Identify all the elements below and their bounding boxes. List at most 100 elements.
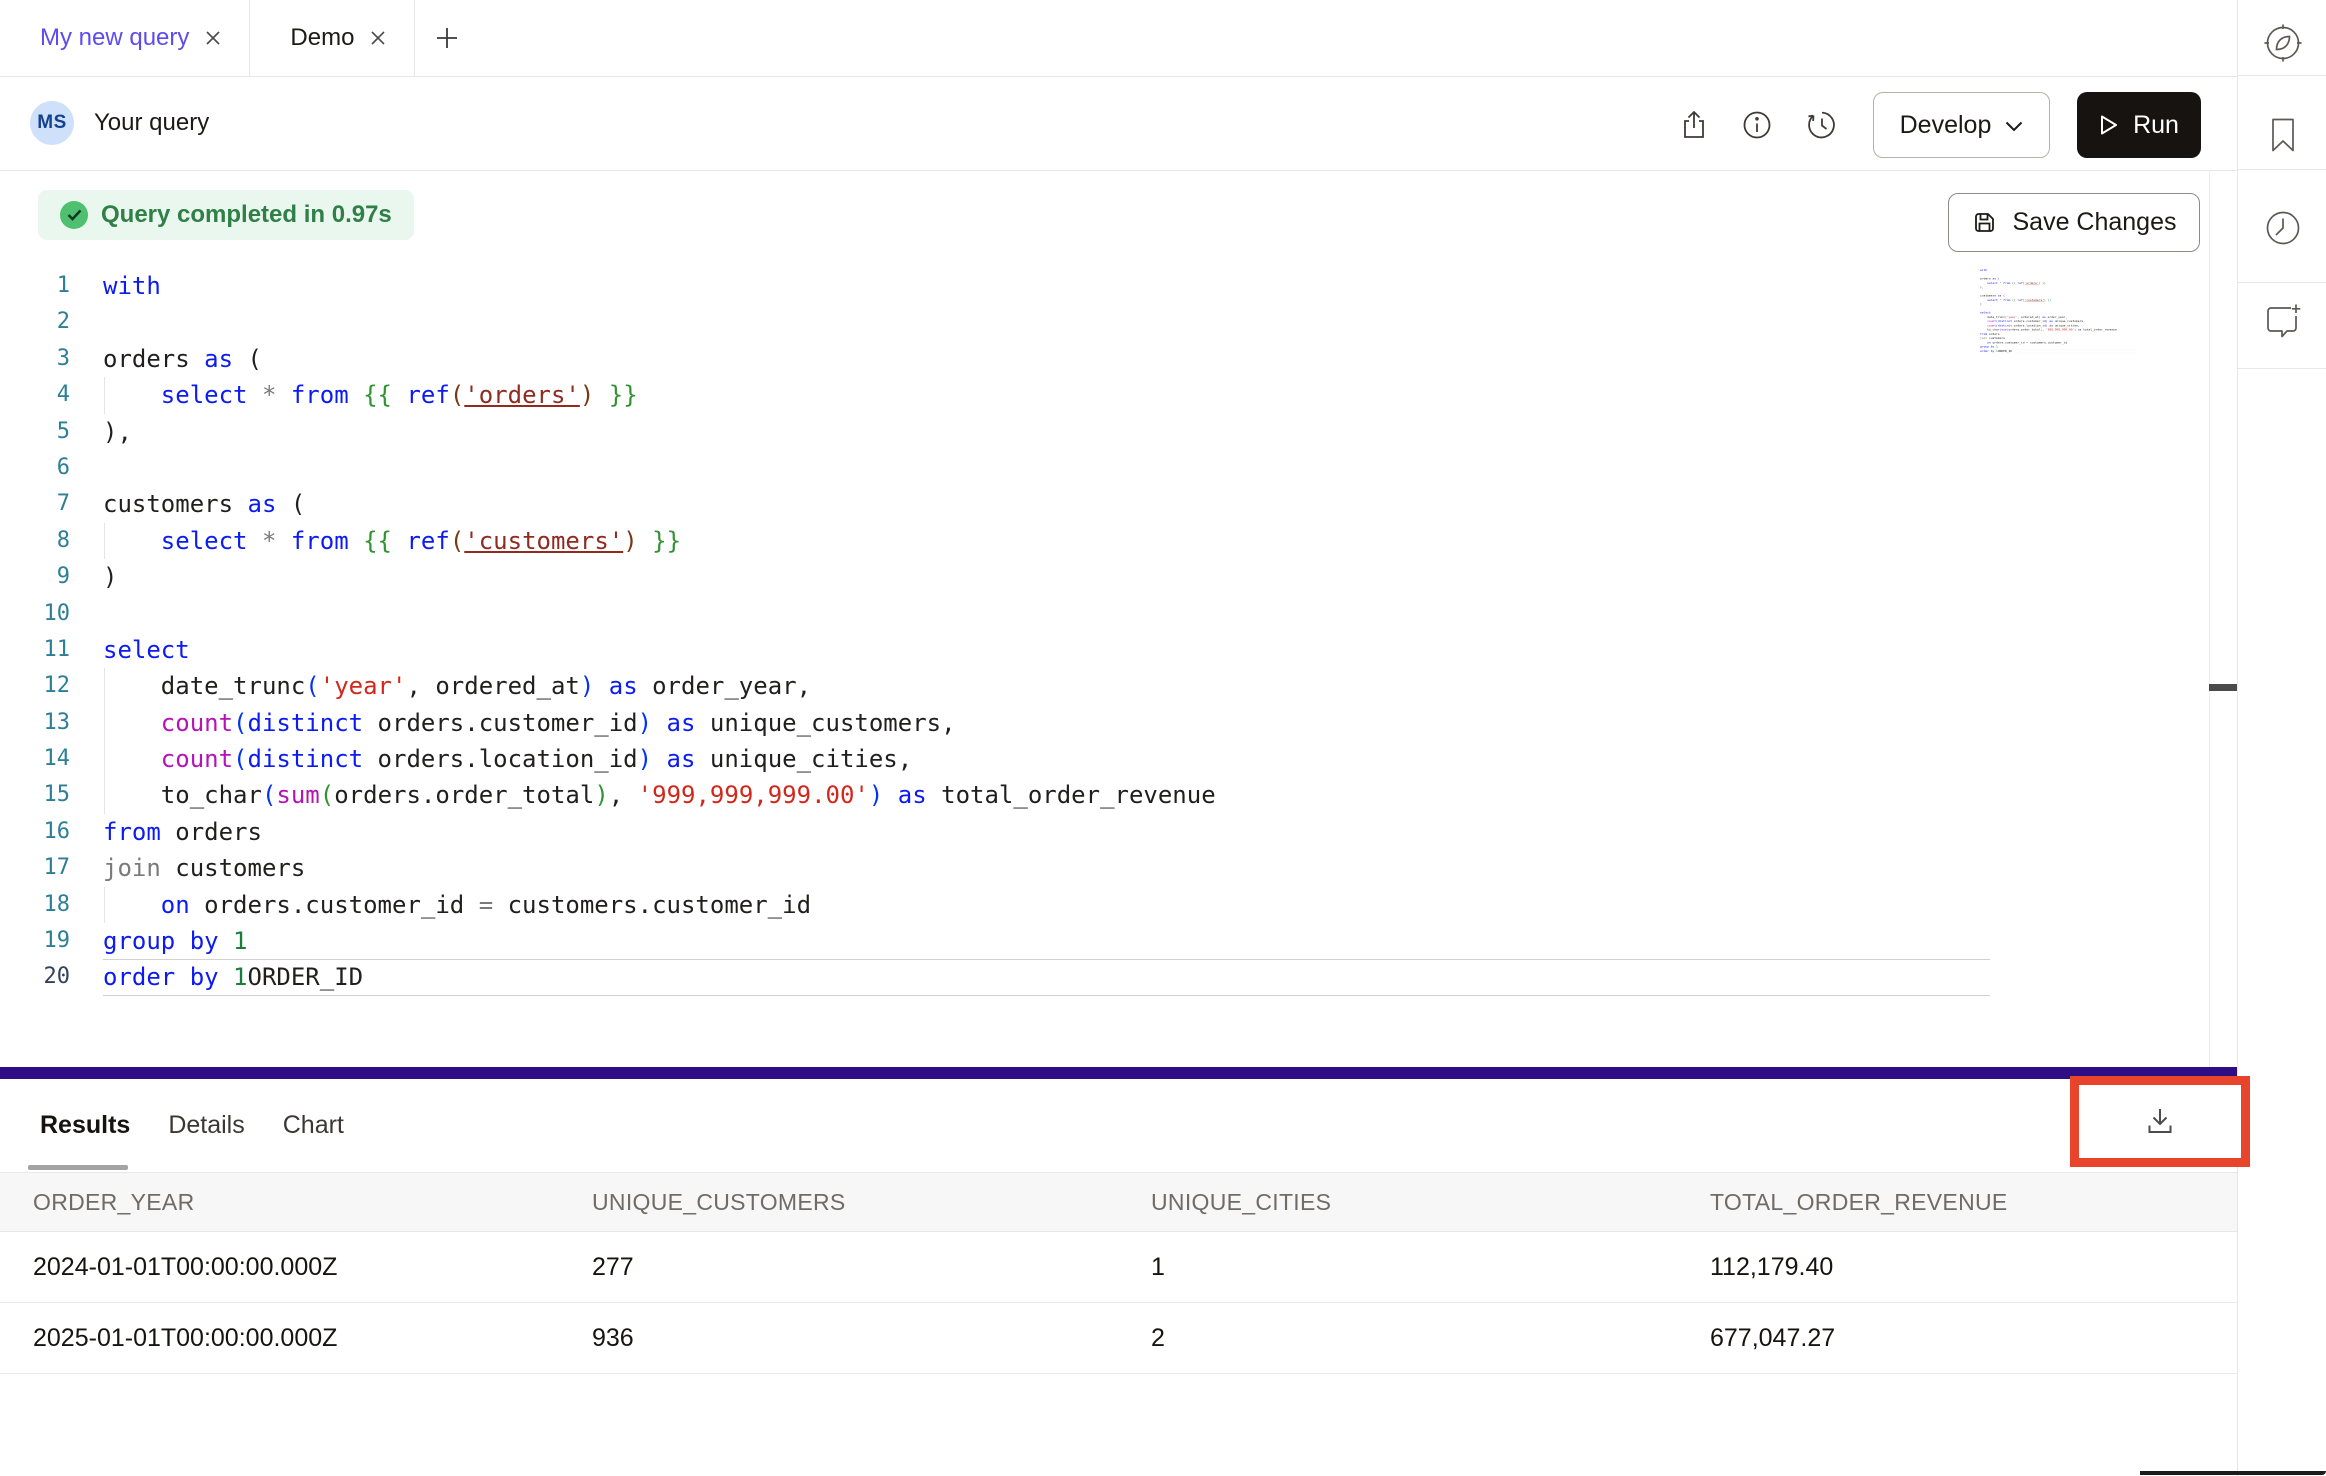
tab-demo[interactable]: Demo	[250, 0, 415, 76]
column-header: UNIQUE_CUSTOMERS	[559, 1173, 1118, 1231]
code-line[interactable]: 6	[0, 450, 1990, 486]
line-number[interactable]: 14	[0, 741, 70, 777]
line-number[interactable]: 15	[0, 777, 70, 813]
code-line[interactable]: 17join customers	[0, 850, 1990, 886]
column-header: ORDER_YEAR	[0, 1173, 559, 1231]
tab-my-new-query[interactable]: My new query	[0, 0, 250, 76]
code-line[interactable]: 8 select * from {{ ref('customers') }}	[0, 523, 1990, 559]
clock-icon[interactable]	[2238, 205, 2326, 251]
line-number[interactable]: 3	[0, 341, 70, 377]
code-line[interactable]: 12 date_trunc('year', ordered_at) as ord…	[0, 668, 1990, 704]
sql-editor[interactable]: 1with23orders as (4 select * from {{ ref…	[0, 268, 1990, 996]
code-line[interactable]: 4 select * from {{ ref('orders') }}	[0, 377, 1990, 413]
develop-dropdown[interactable]: Develop	[1873, 92, 2050, 158]
share-icon[interactable]	[1677, 108, 1711, 142]
code-text: group by 1	[103, 923, 248, 959]
editor-minimap[interactable]: withorders as ( select * from {{ ref('or…	[1976, 268, 2138, 358]
active-tab-underline	[28, 1165, 128, 1170]
code-line[interactable]: 9)	[0, 559, 1990, 595]
avatar: MS	[30, 101, 74, 145]
line-number[interactable]: 7	[0, 486, 70, 522]
code-text: count(distinct orders.location_id) as un…	[103, 741, 912, 777]
line-number[interactable]: 19	[0, 923, 70, 959]
code-text: order by 1ORDER_ID	[103, 959, 363, 995]
line-number[interactable]: 13	[0, 705, 70, 741]
line-number[interactable]: 20	[0, 959, 70, 995]
code-line[interactable]: 13 count(distinct orders.customer_id) as…	[0, 705, 1990, 741]
annotation-highlight	[2070, 1076, 2250, 1167]
editor-scrollbar[interactable]	[2209, 170, 2238, 1067]
code-line[interactable]: 11 select	[0, 632, 1990, 668]
line-number[interactable]: 5	[0, 414, 70, 450]
save-changes-button[interactable]: Save Changes	[1948, 193, 2200, 252]
develop-label: Develop	[1900, 111, 1992, 140]
code-text: ),	[103, 414, 132, 450]
code-text: )	[103, 559, 117, 595]
code-line: order by 1ORDER_ID	[1976, 349, 2138, 353]
compass-icon[interactable]	[2238, 20, 2326, 66]
info-icon[interactable]	[1740, 108, 1774, 142]
run-button[interactable]: Run	[2077, 92, 2201, 158]
line-number[interactable]: 2	[0, 304, 70, 340]
line-number[interactable]: 10	[0, 596, 70, 632]
column-header: UNIQUE_CITIES	[1118, 1173, 1677, 1231]
table-row: 2025-01-01T00:00:00.000Z 936 2 677,047.2…	[0, 1303, 2237, 1374]
code-text: customers as (	[103, 486, 305, 522]
minimap-content: withorders as ( select * from {{ ref('or…	[1976, 268, 2138, 353]
close-icon[interactable]	[203, 28, 223, 48]
line-number[interactable]: 16	[0, 814, 70, 850]
code-line[interactable]: 2	[0, 304, 1990, 340]
close-icon[interactable]	[368, 28, 388, 48]
tab-details[interactable]: Details	[168, 1111, 244, 1140]
code-line[interactable]: 20 order by 1ORDER_ID	[0, 959, 1990, 995]
panel-divider[interactable]	[0, 1067, 2237, 1079]
chat-sparkle-icon[interactable]	[2238, 298, 2326, 344]
code-text: select * from {{ ref('customers') }}	[103, 523, 681, 559]
new-tab-button[interactable]	[415, 0, 479, 76]
code-line[interactable]: 19 group by 1	[0, 923, 1990, 959]
cell-unique-customers: 277	[559, 1232, 1118, 1302]
cell-order-year: 2024-01-01T00:00:00.000Z	[0, 1232, 559, 1302]
code-line[interactable]: 14 count(distinct orders.location_id) as…	[0, 741, 1990, 777]
history-icon[interactable]	[1805, 108, 1839, 142]
code-line[interactable]: 15 to_char(sum(orders.order_total), '999…	[0, 777, 1990, 813]
save-icon	[1971, 209, 1998, 236]
cell-total-order-revenue: 112,179.40	[1677, 1232, 2236, 1302]
query-status-badge: Query completed in 0.97s	[38, 190, 414, 240]
code-line[interactable]: 10	[0, 596, 1990, 632]
code-text: on orders.customer_id = customers.custom…	[103, 887, 811, 923]
line-number[interactable]: 17	[0, 850, 70, 886]
bookmark-icon[interactable]	[2238, 112, 2326, 158]
code-line[interactable]: 1 with	[0, 268, 1990, 304]
line-number[interactable]: 6	[0, 450, 70, 486]
code-text: orders as (	[103, 341, 262, 377]
results-tab-bar: Results Details Chart	[0, 1079, 2237, 1172]
editor-scrollbar-thumb[interactable]	[2209, 684, 2237, 691]
code-line[interactable]: 3 orders as (	[0, 341, 1990, 377]
cell-total-order-revenue: 677,047.27	[1677, 1303, 2236, 1373]
line-number[interactable]: 4	[0, 377, 70, 413]
line-number[interactable]: 1	[0, 268, 70, 304]
code-text: to_char(sum(orders.order_total), '999,99…	[103, 777, 1216, 813]
line-number[interactable]: 12	[0, 668, 70, 704]
code-line[interactable]: 7 customers as (	[0, 486, 1990, 522]
query-ide-window: My new query Demo MS Your query Develop …	[0, 0, 2326, 1476]
code-text: with	[103, 268, 161, 304]
cell-unique-cities: 1	[1118, 1232, 1677, 1302]
query-tab-bar: My new query Demo	[0, 0, 2237, 77]
code-line[interactable]: 5),	[0, 414, 1990, 450]
tab-chart[interactable]: Chart	[283, 1111, 344, 1140]
tab-label: My new query	[40, 24, 189, 52]
code-text: select	[103, 632, 190, 668]
line-number[interactable]: 8	[0, 523, 70, 559]
line-number[interactable]: 18	[0, 887, 70, 923]
code-text: count(distinct orders.customer_id) as un…	[103, 705, 956, 741]
code-line[interactable]: 18 on orders.customer_id = customers.cus…	[0, 887, 1990, 923]
play-icon	[2099, 114, 2119, 136]
tab-results[interactable]: Results	[40, 1111, 130, 1140]
line-number[interactable]: 11	[0, 632, 70, 668]
status-message: Query completed in 0.97s	[101, 201, 392, 229]
code-line[interactable]: 16from orders	[0, 814, 1990, 850]
download-results-button[interactable]	[2143, 1105, 2177, 1139]
line-number[interactable]: 9	[0, 559, 70, 595]
